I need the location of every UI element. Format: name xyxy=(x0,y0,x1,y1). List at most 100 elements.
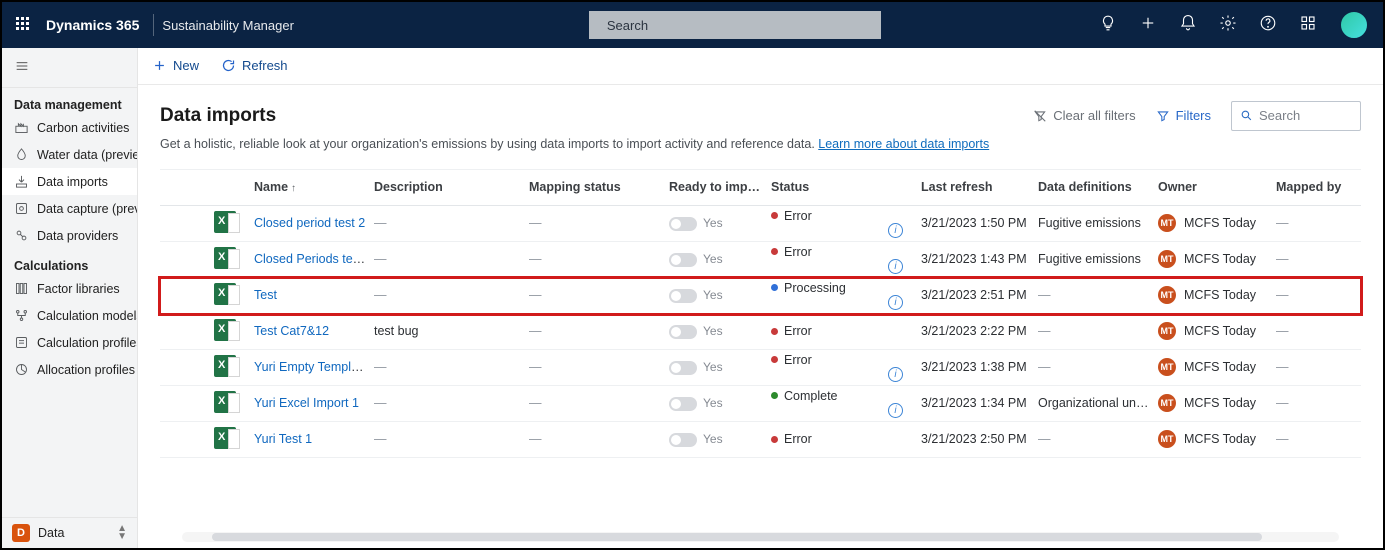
info-icon[interactable]: i xyxy=(888,259,903,274)
scrollbar-thumb[interactable] xyxy=(212,533,1262,541)
row-ready-toggle[interactable]: Yes xyxy=(669,252,771,267)
row-description: — xyxy=(374,360,529,374)
search-placeholder: Search xyxy=(607,18,648,33)
row-refresh: 3/21/2023 1:50 PM xyxy=(921,216,1038,230)
provider-icon xyxy=(14,228,29,243)
row-description: — xyxy=(374,288,529,302)
info-icon[interactable]: i xyxy=(888,223,903,238)
table-row[interactable]: Test——YesProcessingi3/21/2023 2:51 PM—MT… xyxy=(160,278,1361,314)
nav-data-capture[interactable]: Data capture (preview) xyxy=(2,195,137,222)
model-icon xyxy=(14,308,29,323)
table-row[interactable]: Closed period test 2——YesErrori3/21/2023… xyxy=(160,206,1361,242)
table-row[interactable]: Yuri Excel Import 1——YesCompletei3/21/20… xyxy=(160,386,1361,422)
plus-icon[interactable] xyxy=(1139,14,1157,37)
nav-carbon-activities[interactable]: Carbon activities xyxy=(2,114,137,141)
status-dot-icon xyxy=(771,436,778,443)
clear-all-filters-button[interactable]: Clear all filters xyxy=(1033,108,1135,123)
grid-search-input[interactable]: Search xyxy=(1231,101,1361,131)
row-ready-toggle[interactable]: Yes xyxy=(669,324,771,339)
col-mapped-by[interactable]: Mapped by xyxy=(1276,180,1383,194)
row-mapping: — xyxy=(529,324,669,338)
status-dot-icon xyxy=(771,392,778,399)
bell-icon[interactable] xyxy=(1179,14,1197,37)
col-mapping-status[interactable]: Mapping status xyxy=(529,180,669,194)
import-icon xyxy=(14,174,29,189)
nav-factor-libraries[interactable]: Factor libraries xyxy=(2,275,137,302)
table-row[interactable]: Yuri Test 1——YesError3/21/2023 2:50 PM—M… xyxy=(160,422,1361,458)
nav-water-data[interactable]: Water data (preview) xyxy=(2,141,137,168)
refresh-button[interactable]: Refresh xyxy=(221,58,288,73)
col-name[interactable]: Name↑ xyxy=(254,180,374,194)
nav-allocation-profiles[interactable]: Allocation profiles (p... xyxy=(2,356,137,383)
brand-label: Dynamics 365 xyxy=(46,17,139,33)
col-status[interactable]: Status xyxy=(771,180,921,194)
row-definitions: Organizational units, ... xyxy=(1038,396,1158,410)
learn-more-link[interactable]: Learn more about data imports xyxy=(818,137,989,151)
row-name-link[interactable]: Yuri Test 1 xyxy=(254,432,312,446)
lightbulb-icon[interactable] xyxy=(1099,14,1117,37)
row-name-link[interactable]: Closed period test 2 xyxy=(254,216,365,230)
row-mapped-by: — xyxy=(1276,216,1383,230)
owner-avatar-icon: MT xyxy=(1158,286,1176,304)
app-launcher-icon[interactable] xyxy=(1299,14,1317,37)
new-button[interactable]: New xyxy=(152,58,199,73)
horizontal-scrollbar[interactable] xyxy=(182,532,1339,542)
table-row[interactable]: Test Cat7&12test bug—YesError3/21/2023 2… xyxy=(160,314,1361,350)
toggle-icon xyxy=(669,325,697,339)
nav-data-imports[interactable]: Data imports xyxy=(2,168,137,195)
row-refresh: 3/21/2023 2:22 PM xyxy=(921,324,1038,338)
area-switcher[interactable]: D Data ▲▼ xyxy=(2,517,137,548)
user-avatar[interactable] xyxy=(1339,10,1369,40)
info-icon[interactable]: i xyxy=(888,367,903,382)
col-definitions[interactable]: Data definitions xyxy=(1038,180,1158,194)
row-owner: MTMCFS Today xyxy=(1158,394,1276,412)
collapse-nav-button[interactable] xyxy=(2,48,137,88)
owner-avatar-icon: MT xyxy=(1158,322,1176,340)
status-dot-icon xyxy=(771,284,778,291)
info-icon[interactable]: i xyxy=(888,403,903,418)
nav-data-providers[interactable]: Data providers xyxy=(2,222,137,249)
page-title: Data imports xyxy=(160,105,276,127)
header-actions xyxy=(1099,10,1369,40)
status-dot-icon xyxy=(771,356,778,363)
row-ready-toggle[interactable]: Yes xyxy=(669,432,771,447)
row-name-link[interactable]: Test Cat7&12 xyxy=(254,324,329,338)
help-icon[interactable] xyxy=(1259,14,1277,37)
row-ready-toggle[interactable]: Yes xyxy=(669,288,771,303)
col-refresh[interactable]: Last refresh xyxy=(921,180,1038,194)
col-owner[interactable]: Owner xyxy=(1158,180,1276,194)
gear-icon[interactable] xyxy=(1219,14,1237,37)
row-refresh: 3/21/2023 1:34 PM xyxy=(921,396,1038,410)
nav-calculation-models[interactable]: Calculation models xyxy=(2,302,137,329)
table-row[interactable]: Yuri Empty Template ...——YesErrori3/21/2… xyxy=(160,350,1361,386)
row-definitions: Fugitive emissions xyxy=(1038,252,1158,266)
row-refresh: 3/21/2023 1:43 PM xyxy=(921,252,1038,266)
row-mapped-by: — xyxy=(1276,324,1383,338)
global-search-input[interactable]: Search xyxy=(589,11,881,39)
nav-group-data-mgmt: Data management xyxy=(2,88,137,114)
row-name-link[interactable]: Yuri Empty Template ... xyxy=(254,360,374,374)
row-ready-toggle[interactable]: Yes xyxy=(669,396,771,411)
filters-button[interactable]: Filters xyxy=(1156,108,1211,123)
row-name-link[interactable]: Yuri Excel Import 1 xyxy=(254,396,359,410)
row-ready-toggle[interactable]: Yes xyxy=(669,360,771,375)
toggle-icon xyxy=(669,433,697,447)
owner-avatar-icon: MT xyxy=(1158,394,1176,412)
table-row[interactable]: Closed Periods test 1——YesErrori3/21/202… xyxy=(160,242,1361,278)
status-dot-icon xyxy=(771,248,778,255)
row-mapping: — xyxy=(529,252,669,266)
row-ready-toggle[interactable]: Yes xyxy=(669,216,771,231)
row-mapped-by: — xyxy=(1276,252,1383,266)
col-ready[interactable]: Ready to import xyxy=(669,180,771,194)
col-description[interactable]: Description xyxy=(374,180,529,194)
area-badge: D xyxy=(12,524,30,542)
row-name-link[interactable]: Closed Periods test 1 xyxy=(254,252,373,266)
factory-icon xyxy=(14,120,29,135)
nav-calculation-profiles[interactable]: Calculation profiles xyxy=(2,329,137,356)
toggle-icon xyxy=(669,397,697,411)
info-icon[interactable]: i xyxy=(888,295,903,310)
row-status: Errori xyxy=(771,245,921,274)
waffle-icon[interactable] xyxy=(16,17,32,33)
row-name-link[interactable]: Test xyxy=(254,288,277,302)
row-owner: MTMCFS Today xyxy=(1158,358,1276,376)
